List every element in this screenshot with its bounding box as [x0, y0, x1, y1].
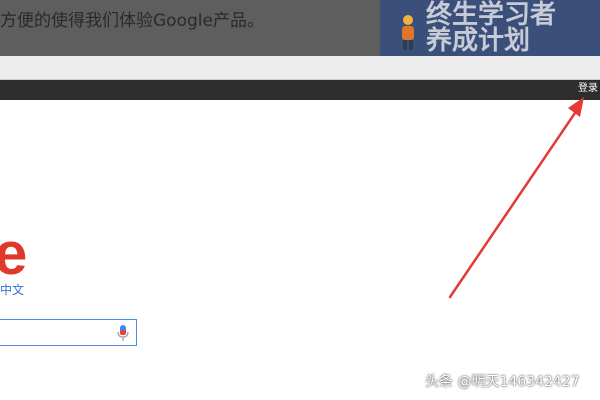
- region-label: 中文: [0, 283, 25, 297]
- watermark: 头条 @明天146342427: [425, 374, 580, 390]
- browser-toolbar: [0, 56, 600, 80]
- promo-line-2: 养成计划: [426, 26, 531, 56]
- google-top-bar: [0, 80, 600, 100]
- promo-line-1: 终生学习者: [426, 0, 557, 30]
- person-icon: [402, 15, 414, 50]
- promo-text: 终生学习者 养成计划: [426, 2, 556, 54]
- article-text: 方便的使得我们体验Google产品。: [0, 11, 264, 31]
- promo-banner[interactable]: 终生学习者 养成计划: [380, 0, 600, 56]
- article-header-strip: 方便的使得我们体验Google产品。 终生学习者 养成计划: [0, 0, 600, 56]
- google-logo: e: [0, 220, 28, 287]
- login-link[interactable]: 登录: [578, 82, 598, 96]
- microphone-icon[interactable]: [116, 324, 130, 342]
- search-input[interactable]: [0, 319, 137, 346]
